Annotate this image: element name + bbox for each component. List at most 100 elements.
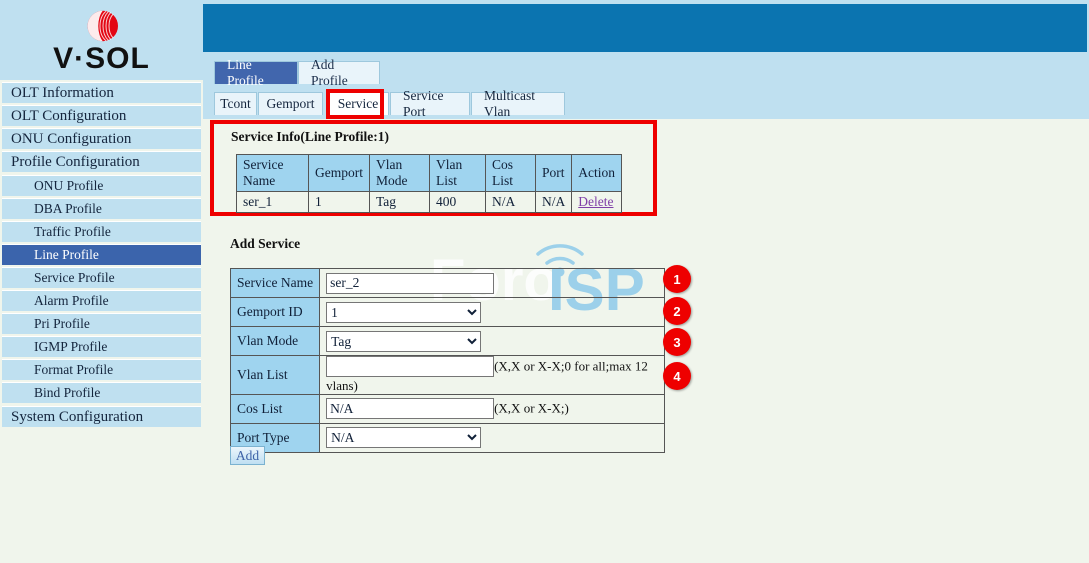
- form-row-port-type: Port Type N/A: [229, 422, 666, 453]
- cell-action: Delete: [571, 191, 622, 213]
- label-vlan-mode: Vlan Mode: [229, 326, 321, 356]
- form-row-gemport-id: Gemport ID 1: [229, 297, 666, 327]
- sidebar-item-label: Pri Profile: [34, 316, 90, 331]
- column-action: Action: [571, 154, 622, 192]
- sidebar-item-label: ONU Configuration: [11, 130, 132, 147]
- annotation-badge-2: 2: [663, 297, 691, 325]
- sidebar-item-igmp-profile[interactable]: IGMP Profile: [2, 336, 201, 357]
- column-cos-list: Cos List: [485, 154, 536, 192]
- form-row-cos-list: Cos List (X,X or X-X;): [229, 393, 666, 424]
- tab-label: Multicast Vlan: [484, 88, 535, 119]
- sidebar-item-traffic-profile[interactable]: Traffic Profile: [2, 221, 201, 242]
- cell-gemport: 1: [308, 191, 370, 213]
- label-cos-list: Cos List: [229, 393, 321, 424]
- sidebar-item-olt-configuration[interactable]: OLT Configuration: [2, 105, 201, 126]
- sidebar-item-label: Service Profile: [34, 270, 115, 285]
- secondary-tab-strip: Tcont Gemport Service Service Port Multi…: [203, 87, 1089, 119]
- tab-label: Line Profile: [227, 57, 264, 88]
- form-row-vlan-list: Vlan List (X,X or X-X;0 for all;max 12 v…: [229, 355, 666, 395]
- sidebar-item-label: Bind Profile: [34, 385, 101, 400]
- sidebar-item-format-profile[interactable]: Format Profile: [2, 359, 201, 380]
- header-bar: [203, 0, 1089, 55]
- tab-tcont[interactable]: Tcont: [214, 92, 257, 115]
- tab-service[interactable]: Service: [327, 92, 389, 115]
- field-service-name: [319, 268, 666, 298]
- sidebar-item-label: OLT Configuration: [11, 107, 127, 124]
- primary-tab-strip: Line Profile Add Profile: [203, 55, 1089, 88]
- table-header-row: Service Name Gemport Vlan Mode Vlan List…: [236, 154, 622, 192]
- annotation-badge-3: 3: [663, 328, 691, 356]
- sidebar-item-onu-configuration[interactable]: ONU Configuration: [2, 128, 201, 149]
- sidebar-item-dba-profile[interactable]: DBA Profile: [2, 198, 201, 219]
- add-service-form: Service Name Gemport ID 1 Vlan Mode Tag …: [229, 268, 666, 453]
- column-port: Port: [534, 154, 573, 192]
- field-vlan-mode: Tag: [319, 326, 666, 356]
- sidebar-item-label: Profile Configuration: [11, 153, 140, 170]
- tab-service-port[interactable]: Service Port: [390, 88, 470, 119]
- service-info-title: Service Info(Line Profile:1): [231, 129, 389, 144]
- sidebar-item-onu-profile[interactable]: ONU Profile: [2, 175, 201, 196]
- sidebar-item-line-profile[interactable]: Line Profile: [2, 244, 201, 265]
- sidebar-item-pri-profile[interactable]: Pri Profile: [2, 313, 201, 334]
- tab-label: Tcont: [220, 96, 251, 111]
- column-gemport: Gemport: [308, 154, 370, 192]
- form-row-vlan-mode: Vlan Mode Tag: [229, 326, 666, 356]
- sidebar-item-label: System Configuration: [11, 408, 144, 425]
- cell-vlan-mode: Tag: [369, 191, 430, 213]
- tab-gemport[interactable]: Gemport: [258, 92, 323, 115]
- delete-link[interactable]: Delete: [578, 194, 613, 209]
- field-gemport-id: 1: [319, 297, 666, 327]
- sidebar-item-alarm-profile[interactable]: Alarm Profile: [2, 290, 201, 311]
- sidebar-item-label: Format Profile: [34, 362, 114, 377]
- vsol-sphere-logo-icon: [87, 10, 118, 42]
- annotation-badge-1: 1: [663, 265, 691, 293]
- tab-label: Service: [337, 96, 379, 111]
- field-port-type: N/A: [319, 422, 666, 453]
- column-service-name: Service Name: [236, 154, 309, 192]
- sidebar-item-label: ONU Profile: [34, 178, 104, 193]
- sidebar-item-label: OLT Information: [11, 84, 114, 101]
- sidebar-item-system-configuration[interactable]: System Configuration: [2, 406, 201, 427]
- vlan-list-input[interactable]: [326, 356, 495, 377]
- sidebar: V·SOL OLT Information OLT Configuration …: [0, 0, 203, 563]
- header-banner: [203, 4, 1087, 52]
- page-root: V·SOL OLT Information OLT Configuration …: [0, 0, 1089, 563]
- cos-list-hint: (X,X or X-X;): [494, 400, 569, 416]
- field-vlan-list: (X,X or X-X;0 for all;max 12 vlans): [319, 355, 666, 395]
- brand-logo: V·SOL: [0, 0, 203, 80]
- annotation-badge-4: 4: [663, 362, 691, 390]
- service-info-panel: Service Info(Line Profile:1) Service Nam…: [210, 120, 657, 216]
- service-info-table: Service Name Gemport Vlan Mode Vlan List…: [236, 154, 622, 213]
- port-type-select[interactable]: N/A: [326, 427, 482, 449]
- tab-line-profile[interactable]: Line Profile: [214, 57, 298, 88]
- brand-name: V·SOL: [53, 42, 150, 75]
- gemport-id-select[interactable]: 1: [326, 301, 482, 323]
- label-gemport-id: Gemport ID: [229, 297, 321, 327]
- field-cos-list: (X,X or X-X;): [319, 393, 666, 424]
- form-row-service-name: Service Name: [229, 268, 666, 298]
- label-service-name: Service Name: [229, 268, 321, 298]
- sidebar-item-label: Alarm Profile: [34, 293, 109, 308]
- sidebar-item-olt-information[interactable]: OLT Information: [2, 82, 201, 103]
- sidebar-item-label: Line Profile: [34, 247, 99, 262]
- column-vlan-mode: Vlan Mode: [369, 154, 430, 192]
- table-row: ser_1 1 Tag 400 N/A N/A Delete: [236, 191, 622, 213]
- tab-label: Gemport: [266, 96, 315, 111]
- cell-cos-list: N/A: [485, 191, 536, 213]
- sidebar-item-label: DBA Profile: [34, 201, 102, 216]
- tab-multicast-vlan[interactable]: Multicast Vlan: [471, 88, 565, 119]
- sidebar-item-bind-profile[interactable]: Bind Profile: [2, 382, 201, 403]
- label-vlan-list: Vlan List: [229, 355, 321, 395]
- sidebar-item-service-profile[interactable]: Service Profile: [2, 267, 201, 288]
- tab-add-profile[interactable]: Add Profile: [298, 57, 380, 88]
- sidebar-item-label: IGMP Profile: [34, 339, 108, 354]
- cos-list-input[interactable]: [326, 398, 495, 420]
- service-name-input[interactable]: [326, 272, 495, 294]
- tab-label: Service Port: [403, 88, 444, 119]
- sidebar-item-label: Traffic Profile: [34, 224, 111, 239]
- sidebar-item-profile-configuration[interactable]: Profile Configuration: [2, 151, 201, 172]
- tab-label: Add Profile: [311, 57, 348, 88]
- vlan-mode-select[interactable]: Tag: [326, 330, 482, 352]
- cell-vlan-list: 400: [429, 191, 486, 213]
- add-button[interactable]: Add: [230, 446, 265, 465]
